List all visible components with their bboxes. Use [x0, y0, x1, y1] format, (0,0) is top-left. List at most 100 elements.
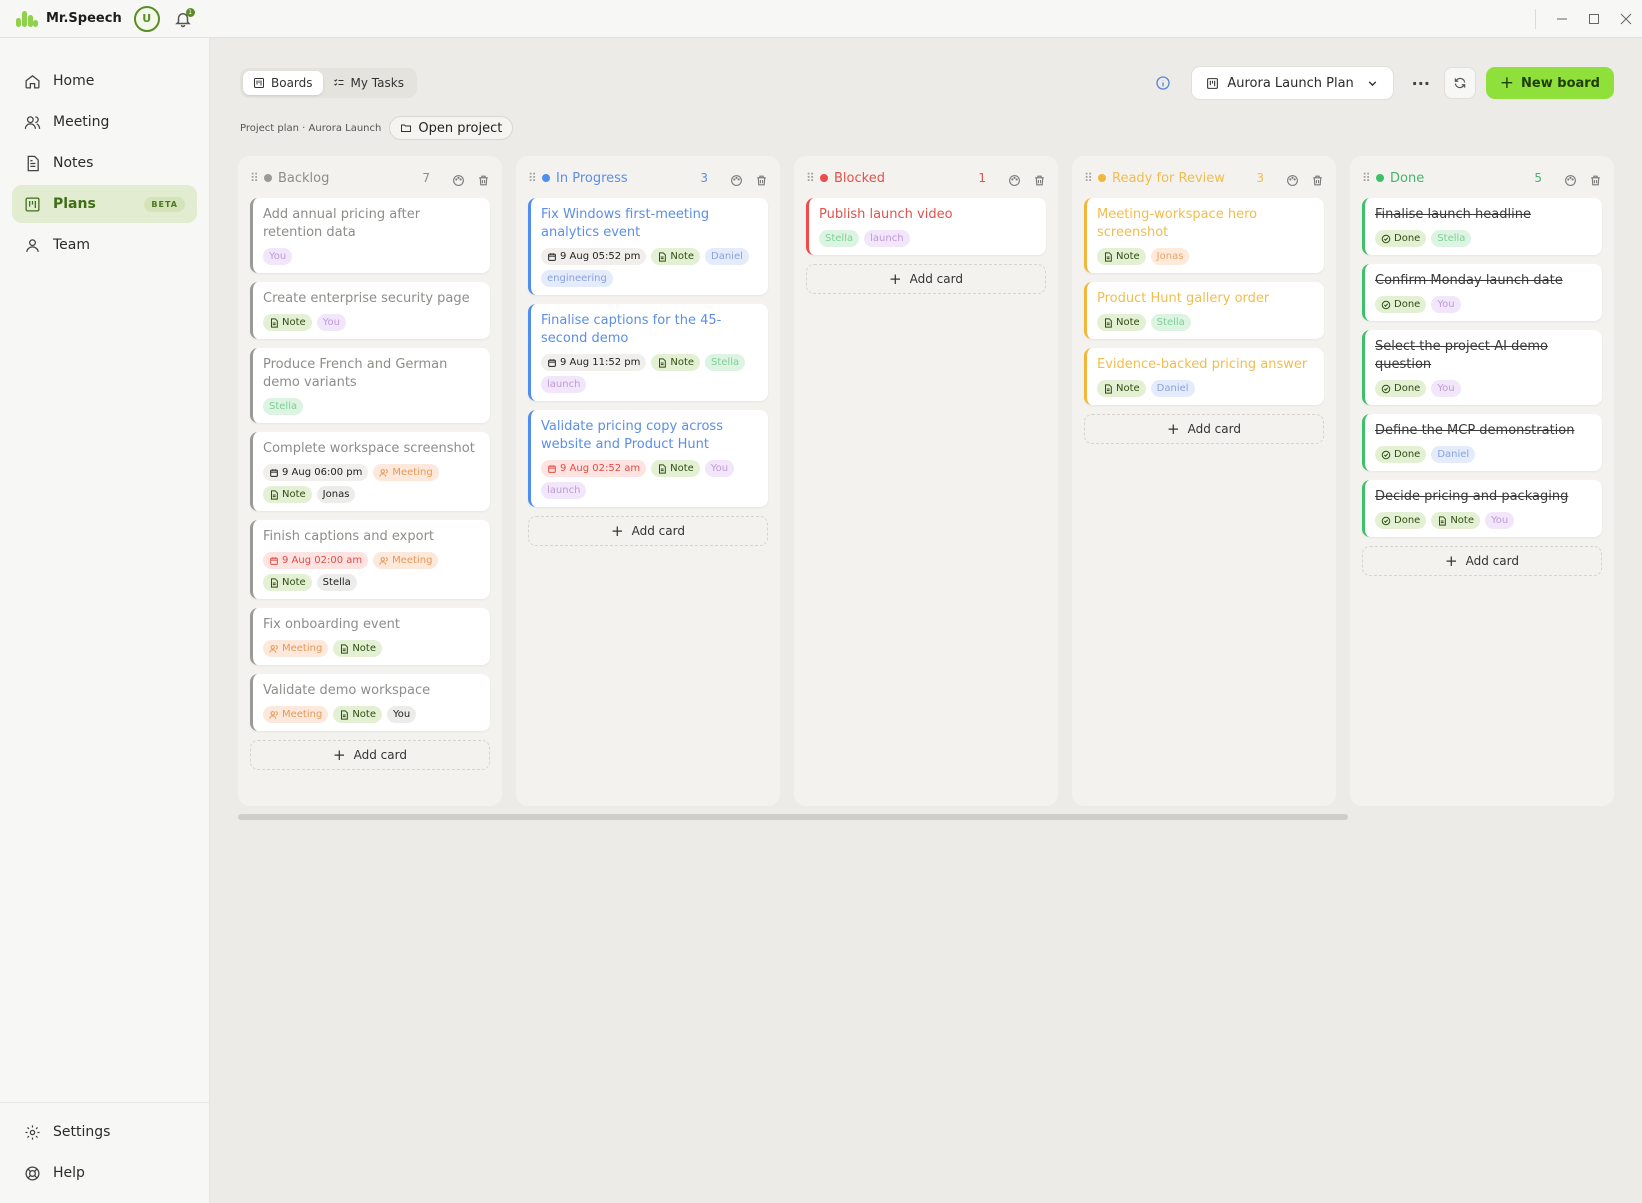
info-icon[interactable]: [1155, 75, 1171, 91]
tag-green: Stella: [1150, 314, 1191, 331]
trash-icon[interactable]: [1589, 172, 1602, 185]
horizontal-scrollbar[interactable]: [238, 814, 1348, 820]
task-card[interactable]: Produce French and German demo variants S…: [250, 348, 490, 423]
tag-label: Stella: [711, 357, 740, 368]
tab-my-tasks[interactable]: My Tasks: [323, 71, 414, 95]
column-header: ⠿ In Progress 3: [528, 168, 768, 188]
tag-label: Note: [1116, 383, 1140, 394]
task-card[interactable]: Fix onboarding event Meeting Note: [250, 608, 490, 665]
trash-icon[interactable]: [755, 172, 768, 185]
trash-icon[interactable]: [477, 172, 490, 185]
card-title: Fix Windows first-meeting analytics even…: [541, 207, 710, 240]
tag-note: Note: [333, 640, 382, 657]
sidebar-item-meeting[interactable]: Meeting: [12, 103, 197, 141]
tag-note: Note: [1431, 512, 1480, 529]
drag-handle-icon[interactable]: ⠿: [806, 171, 818, 185]
open-project-button[interactable]: Open project: [389, 116, 514, 140]
add-card-button[interactable]: + Add card: [1084, 414, 1324, 444]
tag-label: Note: [670, 357, 695, 368]
new-board-button[interactable]: + New board: [1485, 67, 1614, 99]
task-card[interactable]: Finalise captions for the 45-second demo…: [528, 304, 768, 401]
task-card[interactable]: Create enterprise security page Note You: [250, 282, 490, 339]
check-circle-icon: [1381, 384, 1394, 394]
board-select[interactable]: Aurora Launch Plan: [1191, 66, 1394, 100]
sidebar-item-plans[interactable]: Plans BETA: [12, 185, 197, 223]
meeting-icon: [379, 556, 392, 566]
palette-icon[interactable]: [1286, 172, 1299, 186]
palette-icon[interactable]: [1564, 172, 1577, 186]
task-card[interactable]: Decide pricing and packaging Done Note You: [1362, 480, 1602, 537]
minimize-icon[interactable]: [1546, 0, 1578, 38]
gear-icon: [25, 1124, 40, 1140]
close-icon[interactable]: [1610, 0, 1642, 38]
palette-icon[interactable]: [1008, 172, 1021, 186]
task-card[interactable]: Evidence-backed pricing answer Note Daniel: [1084, 348, 1324, 405]
task-card[interactable]: Finalise launch headline Done Stella: [1362, 198, 1602, 255]
column-count: 1: [978, 171, 986, 185]
tag-label: You: [322, 317, 340, 328]
add-card-button[interactable]: + Add card: [806, 264, 1046, 294]
task-card[interactable]: Validate pricing copy across website and…: [528, 410, 768, 507]
column-title: Backlog: [278, 170, 330, 186]
task-card[interactable]: Product Hunt gallery order Note Stella: [1084, 282, 1324, 339]
trash-icon[interactable]: [1311, 172, 1324, 185]
sidebar-item-label: Settings: [53, 1124, 111, 1140]
card-tags: Done You: [1375, 296, 1592, 313]
note-icon: [269, 489, 282, 500]
plus-icon: +: [611, 522, 624, 540]
sidebar-item-help[interactable]: Help: [12, 1154, 197, 1192]
task-card[interactable]: Select the project-AI demo question Done Y…: [1362, 330, 1602, 405]
add-card-button[interactable]: + Add card: [250, 740, 490, 770]
add-card-button[interactable]: + Add card: [528, 516, 768, 546]
maximize-icon[interactable]: [1578, 0, 1610, 38]
tab-label: My Tasks: [350, 76, 404, 90]
drag-handle-icon[interactable]: ⠿: [528, 171, 540, 185]
tag-label: Note: [352, 643, 376, 654]
tag-label: Stella: [322, 577, 351, 588]
drag-handle-icon[interactable]: ⠿: [1084, 171, 1096, 185]
palette-icon[interactable]: [730, 172, 743, 186]
card-tags: 9 Aug 02:52 am Note You launch: [541, 460, 758, 499]
sidebar-item-home[interactable]: Home: [12, 62, 197, 100]
tag-label: Note: [282, 489, 306, 500]
tag-label: Daniel: [711, 251, 743, 262]
plus-icon: +: [1167, 420, 1180, 438]
task-card[interactable]: Add annual pricing after retention data Y…: [250, 198, 490, 273]
task-card[interactable]: Validate demo workspace Meeting Note You: [250, 674, 490, 731]
sidebar-item-notes[interactable]: Notes: [12, 144, 197, 182]
more-options-button[interactable]: ···: [1404, 66, 1438, 100]
sidebar-item-label: Notes: [53, 155, 94, 171]
notification-bell-icon[interactable]: 1: [174, 7, 195, 28]
tab-boards[interactable]: Boards: [243, 71, 323, 95]
card-title: Produce French and German demo variants: [263, 357, 448, 390]
task-card[interactable]: Complete workspace screenshot 9 Aug 06:00…: [250, 432, 490, 511]
add-card-button[interactable]: + Add card: [1362, 546, 1602, 576]
board-icon: [254, 78, 264, 88]
sidebar-item-settings[interactable]: Settings: [12, 1113, 197, 1151]
task-card[interactable]: Fix Windows first-meeting analytics even…: [528, 198, 768, 295]
column-count: 3: [700, 171, 708, 185]
note-icon: [339, 643, 352, 654]
user-avatar[interactable]: U: [133, 5, 160, 32]
tag-green: Stella: [1431, 230, 1472, 247]
card-title: Finalise captions for the 45-second demo: [541, 313, 722, 346]
sidebar-item-team[interactable]: Team: [12, 226, 197, 264]
tag-date-red: 9 Aug 02:00 am: [263, 552, 369, 569]
refresh-button[interactable]: [1443, 67, 1476, 99]
tag-meeting: Meeting: [373, 552, 439, 569]
tag-label: Note: [1116, 251, 1140, 262]
note-icon: [1103, 383, 1116, 394]
main-content: Boards My Tasks Aurora Launch Plan ··· +…: [210, 38, 1642, 1203]
card-title: Product Hunt gallery order: [1097, 291, 1270, 306]
card-tags: Done You: [1375, 380, 1592, 397]
drag-handle-icon[interactable]: ⠿: [1362, 171, 1374, 185]
task-card[interactable]: Finish captions and export 9 Aug 02:00 am…: [250, 520, 490, 599]
task-card[interactable]: Define the MCP demonstration Done Daniel: [1362, 414, 1602, 471]
task-card[interactable]: Meeting-workspace hero screenshot Note Jon…: [1084, 198, 1324, 273]
drag-handle-icon[interactable]: ⠿: [250, 171, 262, 185]
task-card[interactable]: Publish launch video Stella launch: [806, 198, 1046, 255]
tag-note: Note: [263, 486, 312, 503]
task-card[interactable]: Confirm Monday launch date Done You: [1362, 264, 1602, 321]
palette-icon[interactable]: [452, 172, 465, 186]
trash-icon[interactable]: [1033, 172, 1046, 185]
